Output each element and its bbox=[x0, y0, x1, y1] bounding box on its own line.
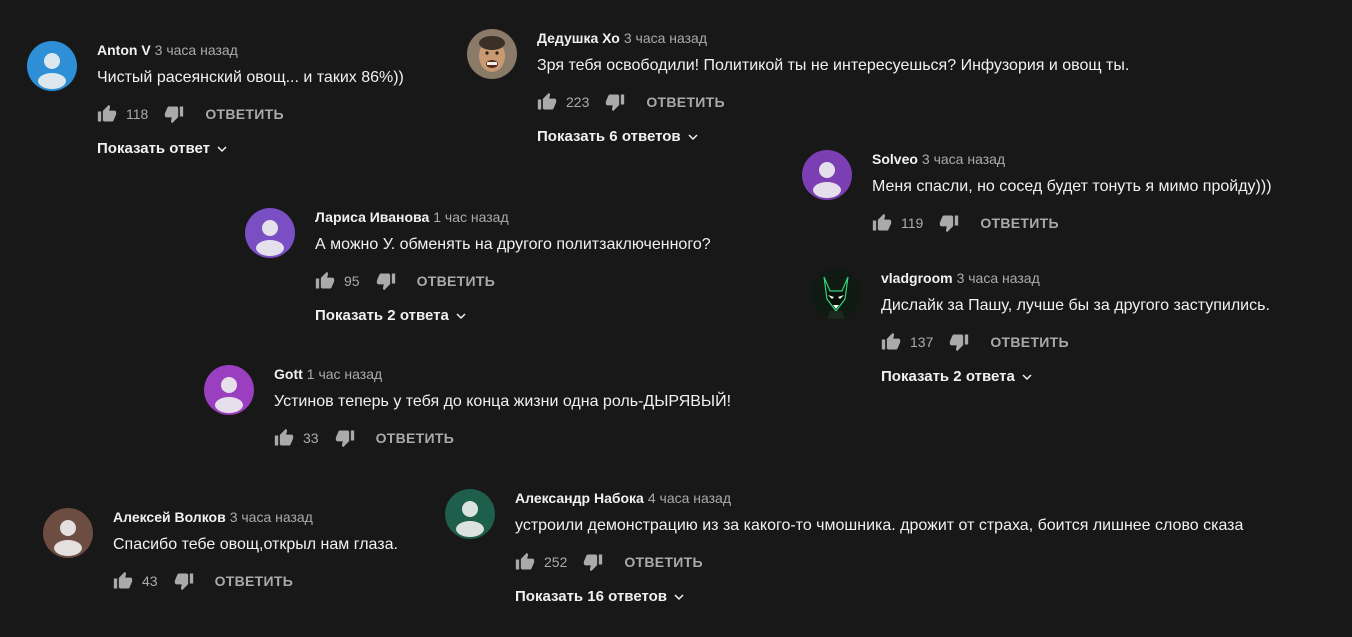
chevron-down-icon bbox=[687, 131, 699, 143]
avatar[interactable] bbox=[43, 508, 93, 558]
avatar[interactable] bbox=[802, 150, 852, 200]
reply-button[interactable]: ОТВЕТИТЬ bbox=[980, 215, 1059, 231]
comment-author[interactable]: Александр Набока bbox=[515, 490, 644, 506]
avatar[interactable] bbox=[245, 208, 295, 258]
comment-time[interactable]: 1 час назад bbox=[307, 366, 382, 382]
thumbs-up-icon[interactable] bbox=[872, 213, 892, 233]
comment-text: Дислайк за Пашу, лучше бы за другого зас… bbox=[881, 297, 1270, 314]
comment-time[interactable]: 3 часа назад bbox=[922, 151, 1005, 167]
comment-author[interactable]: Дедушка Хо bbox=[537, 30, 620, 46]
show-replies-button[interactable]: Показать 16 ответов bbox=[515, 588, 1243, 605]
like-count: 119 bbox=[901, 215, 924, 231]
thumbs-down-icon[interactable] bbox=[174, 571, 194, 591]
comment-time[interactable]: 3 часа назад bbox=[624, 30, 707, 46]
comment-text: устроили демонстрацию из за какого-то чм… bbox=[515, 517, 1244, 534]
like-count: 252 bbox=[544, 554, 568, 570]
reply-button[interactable]: ОТВЕТИТЬ bbox=[417, 273, 496, 289]
reply-button[interactable]: ОТВЕТИТЬ bbox=[215, 573, 294, 589]
comment-time[interactable]: 3 часа назад bbox=[957, 270, 1040, 286]
like-count: 223 bbox=[566, 94, 590, 110]
avatar[interactable] bbox=[445, 489, 495, 539]
avatar[interactable] bbox=[467, 29, 517, 79]
thumbs-down-icon[interactable] bbox=[164, 104, 184, 124]
thumbs-down-icon[interactable] bbox=[939, 213, 959, 233]
show-replies-button[interactable]: Показать ответ bbox=[97, 140, 404, 157]
comment-text: Зря тебя освободили! Политикой ты не инт… bbox=[537, 57, 1130, 74]
reply-button[interactable]: ОТВЕТИТЬ bbox=[205, 106, 284, 122]
thumbs-up-icon[interactable] bbox=[537, 92, 557, 112]
like-count: 95 bbox=[344, 273, 360, 289]
reply-button[interactable]: ОТВЕТИТЬ bbox=[376, 430, 455, 446]
comment-author[interactable]: Anton V bbox=[97, 42, 151, 58]
avatar[interactable] bbox=[27, 41, 77, 91]
show-replies-label: Показать 2 ответа bbox=[881, 368, 1015, 385]
show-replies-button[interactable]: Показать 2 ответа bbox=[315, 307, 711, 324]
reply-button[interactable]: ОТВЕТИТЬ bbox=[990, 334, 1069, 350]
show-replies-label: Показать ответ bbox=[97, 140, 210, 157]
thumbs-down-icon[interactable] bbox=[335, 428, 355, 448]
avatar[interactable] bbox=[811, 269, 861, 319]
comment-text: Спасибо тебе овощ,открыл нам глаза. bbox=[113, 536, 398, 553]
thumbs-up-icon[interactable] bbox=[881, 332, 901, 352]
like-count: 118 bbox=[126, 106, 149, 122]
thumbs-up-icon[interactable] bbox=[315, 271, 335, 291]
avatar[interactable] bbox=[204, 365, 254, 415]
comment-text: Устинов теперь у тебя до конца жизни одн… bbox=[274, 393, 732, 410]
show-replies-label: Показать 16 ответов bbox=[515, 588, 667, 605]
reply-button[interactable]: ОТВЕТИТЬ bbox=[624, 554, 703, 570]
like-count: 43 bbox=[142, 573, 158, 589]
comment-time[interactable]: 3 часа назад bbox=[230, 509, 313, 525]
like-count: 137 bbox=[910, 334, 934, 350]
like-count: 33 bbox=[303, 430, 319, 446]
thumbs-down-icon[interactable] bbox=[605, 92, 625, 112]
comment-time[interactable]: 4 часа назад bbox=[648, 490, 731, 506]
comment-time[interactable]: 1 час назад bbox=[433, 209, 508, 225]
comment-text: А можно У. обменять на другого политзакл… bbox=[315, 236, 711, 253]
chevron-down-icon bbox=[216, 143, 228, 155]
comment-author[interactable]: Solveo bbox=[872, 151, 918, 167]
chevron-down-icon bbox=[455, 310, 467, 322]
comment-time[interactable]: 3 часа назад bbox=[155, 42, 238, 58]
thumbs-down-icon[interactable] bbox=[949, 332, 969, 352]
chevron-down-icon bbox=[673, 591, 685, 603]
show-replies-label: Показать 2 ответа bbox=[315, 307, 449, 324]
comment-author[interactable]: Алексей Волков bbox=[113, 509, 226, 525]
comment-author[interactable]: vladgroom bbox=[881, 270, 953, 286]
thumbs-up-icon[interactable] bbox=[515, 552, 535, 572]
thumbs-down-icon[interactable] bbox=[583, 552, 603, 572]
thumbs-up-icon[interactable] bbox=[97, 104, 117, 124]
show-replies-button[interactable]: Показать 2 ответа bbox=[881, 368, 1270, 385]
thumbs-up-icon[interactable] bbox=[274, 428, 294, 448]
chevron-down-icon bbox=[1021, 371, 1033, 383]
thumbs-down-icon[interactable] bbox=[376, 271, 396, 291]
show-replies-button[interactable]: Показать 6 ответов bbox=[537, 128, 1129, 145]
comment-author[interactable]: Gott bbox=[274, 366, 303, 382]
comment-author[interactable]: Лариса Иванова bbox=[315, 209, 429, 225]
reply-button[interactable]: ОТВЕТИТЬ bbox=[646, 94, 725, 110]
show-replies-label: Показать 6 ответов bbox=[537, 128, 681, 145]
comment-text: Чистый расеянский овощ... и таких 86%)) bbox=[97, 69, 404, 86]
thumbs-up-icon[interactable] bbox=[113, 571, 133, 591]
comment-text: Меня спасли, но сосед будет тонуть я мим… bbox=[872, 178, 1272, 195]
